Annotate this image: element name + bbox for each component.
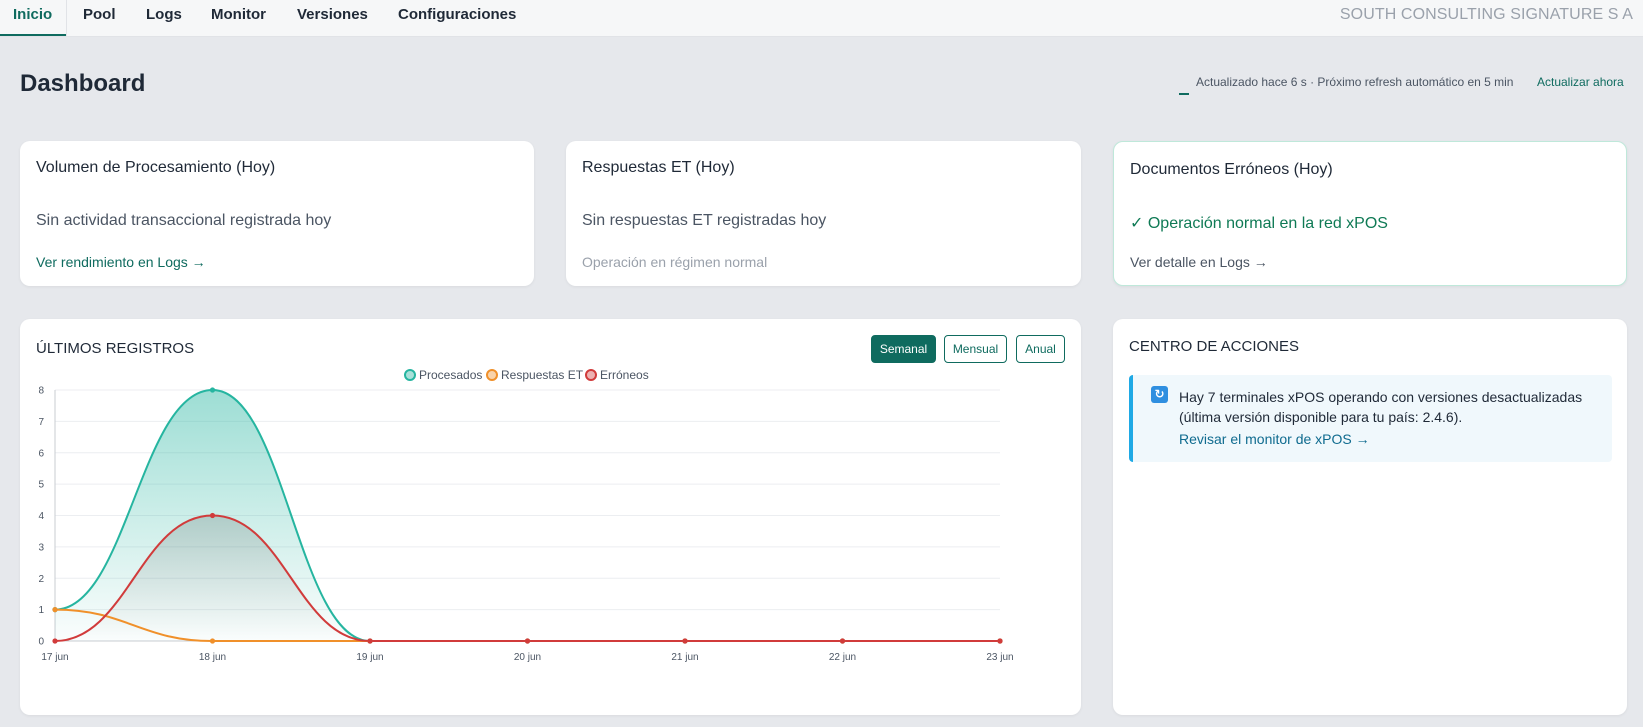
tab-logs[interactable]: Logs (146, 0, 182, 37)
tab-configuraciones[interactable]: Configuraciones (398, 0, 516, 37)
y-tick-label: 7 (38, 417, 44, 428)
card-subtext: Operación en régimen normal (582, 254, 768, 270)
x-tick-label: 21 jun (671, 652, 698, 663)
data-point-err-neos (367, 638, 373, 644)
tab-pool[interactable]: Pool (83, 0, 116, 37)
card-message: Sin respuestas ET registradas hoy (582, 212, 827, 229)
legend-label-procesados: Procesados (419, 368, 482, 382)
logs-detail-link[interactable]: Ver detalle en Logs → (1130, 254, 1268, 270)
data-point-respuestas-et (209, 638, 216, 644)
card-erroneos: Documentos Erróneos (Hoy) ✓ Operación no… (1113, 141, 1627, 286)
x-tick-label: 23 jun (986, 652, 1013, 663)
card-title: Documentos Erróneos (Hoy) (1130, 161, 1333, 178)
active-tab-indicator (0, 34, 66, 36)
legend-swatch-err-neos (585, 369, 597, 381)
company-name: SOUTH CONSULTING SIGNATURE S A (1339, 6, 1633, 23)
legend-swatch-respuestas-et (486, 369, 498, 381)
y-tick-label: 3 (38, 542, 44, 553)
card-volumen: Volumen de Procesamiento (Hoy) Sin activ… (20, 141, 534, 286)
tab-divider (66, 0, 67, 37)
data-point-err-neos (209, 512, 216, 519)
line-chart: 0 1 2 3 4 5 6 7 8 17 jun 18 jun 19 jun 20 jun 21 jun 2… (38, 368, 1013, 663)
y-tick-label: 6 (38, 448, 44, 459)
top-navigation: Inicio Pool Logs Monitor Versiones Confi… (0, 0, 1643, 37)
x-tick-label: 18 jun (199, 652, 226, 663)
y-tick-label: 1 (38, 605, 44, 616)
y-tick-label: 8 (38, 386, 44, 397)
tab-inicio[interactable]: Inicio (13, 0, 52, 37)
xpos-monitor-link[interactable]: Revisar el monitor de xPOS → (1179, 431, 1370, 447)
y-tick-label: 5 (38, 480, 44, 491)
notice-text: Hay 7 terminales xPOS operando con versi… (1179, 389, 1583, 425)
tab-monitor[interactable]: Monitor (211, 0, 266, 37)
x-tick-label: 17 jun (41, 652, 68, 663)
legend-label-err-neos: Erróneos (600, 368, 649, 382)
refresh-spinner-icon (1179, 93, 1189, 95)
data-point-err-neos (682, 638, 688, 644)
data-point-respuestas-et (52, 607, 58, 613)
page-title: Dashboard (20, 70, 146, 97)
y-tick-label: 4 (38, 511, 44, 522)
data-point-err-neos (524, 638, 531, 644)
outdated-terminals-notice: ↻ Hay 7 terminales xPOS operando con ver… (1129, 375, 1612, 462)
card-ultimos-registros: ÚLTIMOS REGISTROS Semanal Mensual Anual … (20, 319, 1081, 715)
refresh-now-link[interactable]: Actualizar ahora (1537, 75, 1624, 89)
card-message: Sin actividad transaccional registrada h… (36, 212, 332, 229)
legend-label-respuestas-et: Respuestas ET (501, 368, 584, 382)
data-point-err-neos (52, 638, 58, 644)
tab-versiones[interactable]: Versiones (297, 0, 368, 37)
y-tick-label: 0 (38, 637, 44, 648)
data-point-err-neos (997, 638, 1003, 644)
card-centro-acciones: CENTRO DE ACCIONES ↻ Hay 7 terminales xP… (1113, 319, 1627, 715)
refresh-icon: ↻ (1151, 386, 1168, 403)
y-tick-label: 2 (38, 574, 44, 585)
logs-performance-link[interactable]: Ver rendimiento en Logs → (36, 254, 206, 270)
refresh-status: Actualizado hace 6 s · Próximo refresh a… (1196, 75, 1514, 89)
card-title: Volumen de Procesamiento (Hoy) (36, 159, 276, 176)
status-ok-message: ✓ Operación normal en la red xPOS (1130, 215, 1388, 232)
card-respuestas: Respuestas ET (Hoy) Sin respuestas ET re… (566, 141, 1081, 286)
x-tick-label: 20 jun (514, 652, 541, 663)
x-tick-label: 22 jun (829, 652, 856, 663)
action-center-title: CENTRO DE ACCIONES (1129, 338, 1300, 355)
legend-swatch-procesados (404, 369, 416, 381)
card-title: Respuestas ET (Hoy) (582, 159, 735, 176)
x-tick-label: 19 jun (356, 652, 383, 663)
data-point-err-neos (839, 638, 846, 644)
data-point-procesados (209, 387, 216, 393)
